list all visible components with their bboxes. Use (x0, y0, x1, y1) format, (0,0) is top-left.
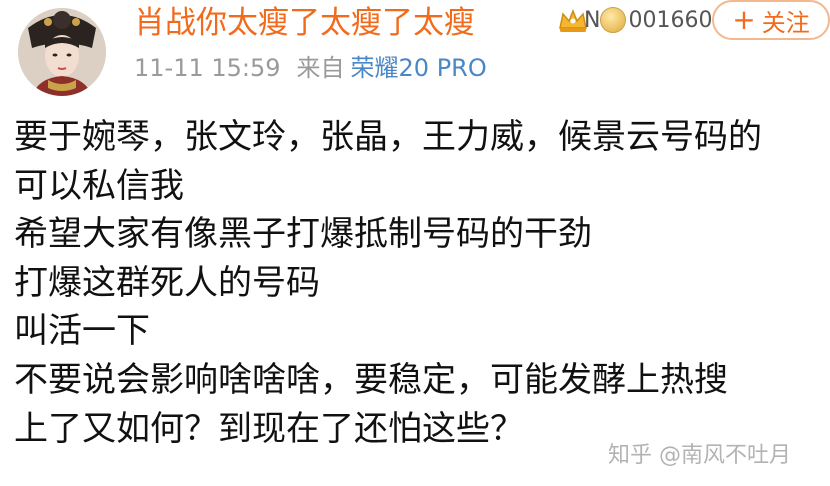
post-meta: 11-11 15:59 来自 荣耀20 PRO (134, 52, 487, 84)
username[interactable]: 肖战你太瘦了太瘦了太瘦 (134, 4, 475, 42)
avatar[interactable] (18, 8, 106, 96)
follow-button[interactable]: + 关注 (712, 0, 830, 40)
post-line: 要于婉琴，张文玲，张晶，王力威，候景云号码的 (14, 117, 762, 157)
timestamp: 11-11 15:59 (134, 54, 281, 82)
follow-label: 关注 (761, 8, 810, 37)
badge-prefix: N (584, 7, 601, 33)
post-line: 不要说会影响啥啥啥，要稳定，可能发酵上热搜 (14, 359, 728, 400)
device-link[interactable]: 荣耀20 PRO (351, 54, 487, 82)
fan-medal-icon (600, 7, 627, 33)
plus-icon: + (732, 3, 756, 36)
post-body: 要于婉琴，张文玲，张晶，王力威，候景云号码的 可以私信我 希望大家有像黑子打爆抵… (14, 113, 826, 453)
source-prefix: 来自 (296, 54, 345, 82)
badge-number: 001660 (628, 7, 713, 33)
watermark: 知乎 @南风不吐月 (608, 443, 791, 468)
fan-badge[interactable]: N 001660 (584, 4, 712, 36)
post-line: 可以私信我 (14, 165, 184, 206)
post-line: 希望大家有像黑子打爆抵制号码的干劲 (14, 214, 592, 255)
post-line: 叫活一下 (14, 311, 150, 352)
post-line: 打爆这群死人的号码 (14, 262, 320, 303)
